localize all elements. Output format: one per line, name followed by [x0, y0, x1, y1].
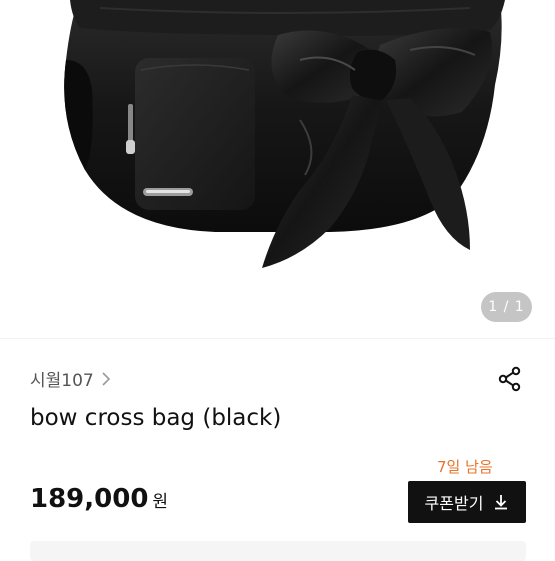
share-button[interactable] [494, 365, 526, 397]
product-image [64, 0, 505, 268]
product-image-gallery[interactable]: 1 / 1 [0, 0, 555, 338]
price-value: 189,000 [30, 484, 149, 514]
price: 189,000 원 [30, 484, 168, 520]
price-unit: 원 [152, 492, 169, 512]
coupon-button-label: 쿠폰받기 [424, 494, 484, 513]
divider [0, 338, 555, 339]
image-page-indicator: 1 / 1 [481, 292, 532, 322]
share-icon [497, 366, 523, 396]
info-box [30, 541, 526, 561]
chevron-right-icon [100, 371, 112, 386]
seller-name: 시월107 [30, 370, 94, 391]
seller-link[interactable]: 시월107 [30, 365, 112, 391]
product-title: bow cross bag (black) [30, 405, 282, 431]
coupon-button[interactable]: 쿠폰받기 [408, 481, 526, 523]
days-left-badge: 7일 남음 [437, 458, 493, 476]
download-icon [493, 494, 509, 510]
